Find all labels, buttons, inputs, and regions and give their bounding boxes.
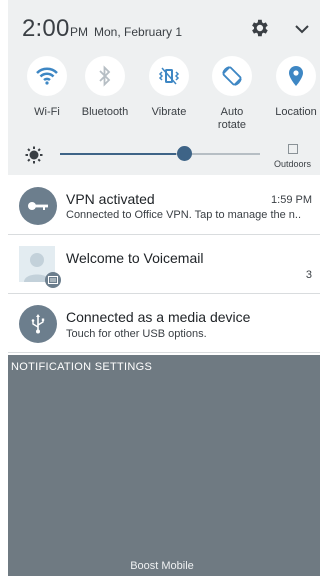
notification-text: Connected to Office VPN. Tap to manage t… (66, 209, 302, 221)
notification-time: 1:59 PM (271, 194, 312, 206)
toggle-location-label: Location (275, 106, 317, 118)
toggle-location[interactable]: Location (266, 56, 324, 119)
toggle-auto-rotate[interactable]: Auto rotate (202, 56, 262, 132)
brightness-slider-thumb[interactable] (176, 146, 192, 161)
brightness-slider[interactable] (60, 153, 260, 155)
brightness-icon (25, 146, 43, 164)
outdoors-checkbox[interactable] (288, 144, 298, 154)
carrier-label: Boost Mobile (130, 560, 194, 572)
notification-text: Touch for other USB options. (66, 328, 207, 340)
toggle-auto-rotate-label-line2: rotate (217, 119, 247, 131)
notification-voicemail[interactable]: Welcome to Voicemail 3 (8, 236, 320, 294)
dimmed-background[interactable] (8, 355, 320, 576)
notification-shade: 2:00 PM Mon, February 1 Wi-Fi Bluetooth … (0, 0, 324, 576)
notification-title: Connected as a media device (66, 309, 251, 325)
toggle-vibrate-label: Vibrate (151, 106, 187, 118)
brightness-slider-fill (60, 153, 176, 155)
outdoors-label: Outdoors (274, 159, 312, 169)
notification-title: Welcome to Voicemail (66, 250, 204, 266)
vibrate-icon[interactable] (149, 56, 189, 96)
quick-settings-panel: 2:00 PM Mon, February 1 Wi-Fi Bluetooth … (8, 0, 320, 175)
clock-ampm: PM (70, 25, 88, 39)
notification-vpn[interactable]: VPN activated 1:59 PM Connected to Offic… (8, 177, 320, 235)
key-icon (19, 187, 57, 225)
location-icon[interactable] (276, 56, 316, 96)
auto-rotate-icon[interactable] (212, 56, 252, 96)
notification-title: VPN activated (66, 191, 155, 207)
toggle-wifi[interactable]: Wi-Fi (17, 56, 77, 119)
toggle-bluetooth[interactable]: Bluetooth (75, 56, 135, 119)
bluetooth-icon[interactable] (85, 56, 125, 96)
clock-date: Mon, February 1 (94, 25, 183, 39)
toggle-bluetooth-label: Bluetooth (81, 106, 129, 118)
notification-settings-button[interactable]: NOTIFICATION SETTINGS (11, 361, 152, 373)
wifi-icon[interactable] (27, 56, 67, 96)
toggle-auto-rotate-label-line1: Auto (220, 106, 244, 118)
voicemail-avatar-icon (19, 246, 61, 288)
toggle-wifi-label: Wi-Fi (34, 106, 60, 118)
chevron-down-icon[interactable] (292, 19, 312, 39)
gear-icon[interactable] (248, 17, 270, 39)
toggle-vibrate[interactable]: Vibrate (139, 56, 199, 119)
usb-icon (19, 305, 57, 343)
notification-usb[interactable]: Connected as a media device Touch for ot… (8, 295, 320, 353)
toggle-auto-rotate-label: Auto rotate (202, 106, 262, 132)
notification-count: 3 (305, 269, 312, 281)
voicemail-badge-icon (45, 272, 61, 288)
clock-time: 2:00 (22, 15, 70, 42)
